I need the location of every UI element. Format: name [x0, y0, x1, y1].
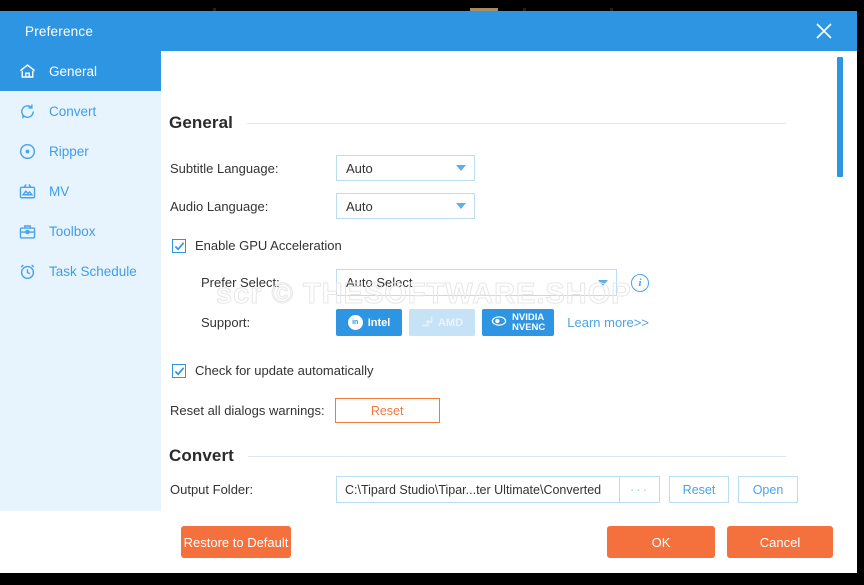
gpu-chip-label: Intel	[368, 317, 391, 329]
nvidia-icon	[491, 315, 507, 330]
checkbox-box	[172, 239, 186, 253]
output-folder-label: Output Folder:	[170, 482, 336, 497]
cancel-button[interactable]: Cancel	[727, 526, 833, 558]
reset-dialogs-button[interactable]: Reset	[335, 398, 440, 423]
sidebar-item-general[interactable]: General	[0, 51, 161, 91]
sidebar-item-label: Toolbox	[49, 224, 96, 239]
sidebar-item-label: Task Schedule	[49, 264, 137, 279]
sidebar-item-convert[interactable]: Convert	[0, 91, 161, 131]
sidebar: General Convert	[0, 51, 161, 511]
output-folder-group: C:\Tipard Studio\Tipar...ter Ultimate\Co…	[336, 476, 660, 503]
checkbox-box	[172, 364, 186, 378]
window-title: Preference	[25, 24, 93, 39]
settings-panel: General Subtitle Language: Auto Audio La	[161, 51, 857, 511]
dialog-footer: Restore to Default OK Cancel	[0, 511, 857, 573]
reset-dialogs-row: Reset all dialogs warnings: Reset	[170, 398, 440, 423]
dialog-body: General Convert	[0, 51, 857, 511]
sidebar-item-label: General	[49, 64, 97, 79]
sidebar-item-label: Convert	[49, 104, 96, 119]
home-icon	[17, 61, 38, 82]
disc-icon	[17, 141, 38, 162]
sidebar-item-task-schedule[interactable]: Task Schedule	[0, 251, 161, 291]
support-label: Support:	[201, 315, 336, 330]
title-bar: Preference	[0, 11, 857, 51]
gpu-support-row: Support: in Intel AMD	[201, 309, 649, 336]
close-icon[interactable]	[809, 16, 839, 46]
sidebar-item-mv[interactable]: MV	[0, 171, 161, 211]
output-folder-row: Output Folder: C:\Tipard Studio\Tipar...…	[170, 476, 798, 503]
amd-icon	[421, 315, 433, 330]
scrollbar-thumb[interactable]	[837, 57, 843, 177]
footer-actions: OK Cancel	[607, 526, 833, 558]
sidebar-item-label: MV	[49, 184, 69, 199]
enable-gpu-label: Enable GPU Acceleration	[195, 238, 342, 253]
divider	[247, 123, 786, 124]
audio-language-select[interactable]: Auto	[336, 193, 475, 219]
gpu-chip-label: AMD	[438, 317, 463, 329]
ok-button[interactable]: OK	[607, 526, 715, 558]
subtitle-language-label: Subtitle Language:	[170, 161, 336, 176]
info-icon[interactable]: i	[631, 274, 649, 292]
refresh-icon	[17, 101, 38, 122]
subtitle-language-value: Auto	[346, 161, 373, 176]
preference-dialog: Preference Ge	[0, 11, 857, 573]
general-section-title: General	[169, 113, 233, 133]
media-icon	[17, 181, 38, 202]
chevron-down-icon	[456, 165, 466, 171]
output-folder-open-button[interactable]: Open	[738, 476, 798, 503]
screen: Preference Ge	[0, 0, 864, 585]
prefer-select-row: Prefer Select: Auto Select i	[201, 269, 649, 296]
chevron-down-icon	[456, 203, 466, 209]
divider	[248, 456, 786, 457]
reset-dialogs-label: Reset all dialogs warnings:	[170, 403, 325, 418]
audio-language-label: Audio Language:	[170, 199, 336, 214]
host-app-background	[0, 0, 864, 11]
learn-more-link[interactable]: Learn more>>	[567, 315, 649, 330]
output-folder-browse-button[interactable]: ···	[619, 476, 660, 503]
briefcase-icon	[17, 221, 38, 242]
subtitle-language-select[interactable]: Auto	[336, 155, 475, 181]
intel-icon: in	[348, 315, 363, 330]
gpu-chip-amd: AMD	[409, 309, 475, 336]
check-update-checkbox[interactable]: Check for update automatically	[172, 363, 373, 378]
sidebar-item-toolbox[interactable]: Toolbox	[0, 211, 161, 251]
audio-language-value: Auto	[346, 199, 373, 214]
gpu-chip-intel[interactable]: in Intel	[336, 309, 402, 336]
sidebar-item-ripper[interactable]: Ripper	[0, 131, 161, 171]
alarm-icon	[17, 261, 38, 282]
prefer-select-dropdown[interactable]: Auto Select	[336, 269, 617, 296]
sidebar-item-label: Ripper	[49, 144, 89, 159]
output-folder-reset-button[interactable]: Reset	[669, 476, 729, 503]
scrollbar-track[interactable]	[837, 51, 843, 511]
check-update-label: Check for update automatically	[195, 363, 373, 378]
subtitle-language-row: Subtitle Language: Auto	[170, 155, 475, 181]
gpu-chip-label: NVIDIA NVENC	[512, 313, 545, 333]
general-section-header: General	[169, 113, 814, 133]
chevron-down-icon	[598, 280, 608, 286]
convert-section-header: Convert	[169, 446, 814, 466]
prefer-select-value: Auto Select	[346, 275, 413, 290]
convert-section-title: Convert	[169, 446, 234, 466]
restore-to-default-button[interactable]: Restore to Default	[181, 526, 291, 558]
settings-scroll-area: General Subtitle Language: Auto Audio La	[161, 51, 857, 511]
prefer-select-label: Prefer Select:	[201, 275, 336, 290]
enable-gpu-checkbox[interactable]: Enable GPU Acceleration	[172, 238, 342, 253]
audio-language-row: Audio Language: Auto	[170, 193, 475, 219]
gpu-chip-nvidia[interactable]: NVIDIA NVENC	[482, 309, 554, 336]
output-folder-input[interactable]: C:\Tipard Studio\Tipar...ter Ultimate\Co…	[336, 476, 619, 503]
